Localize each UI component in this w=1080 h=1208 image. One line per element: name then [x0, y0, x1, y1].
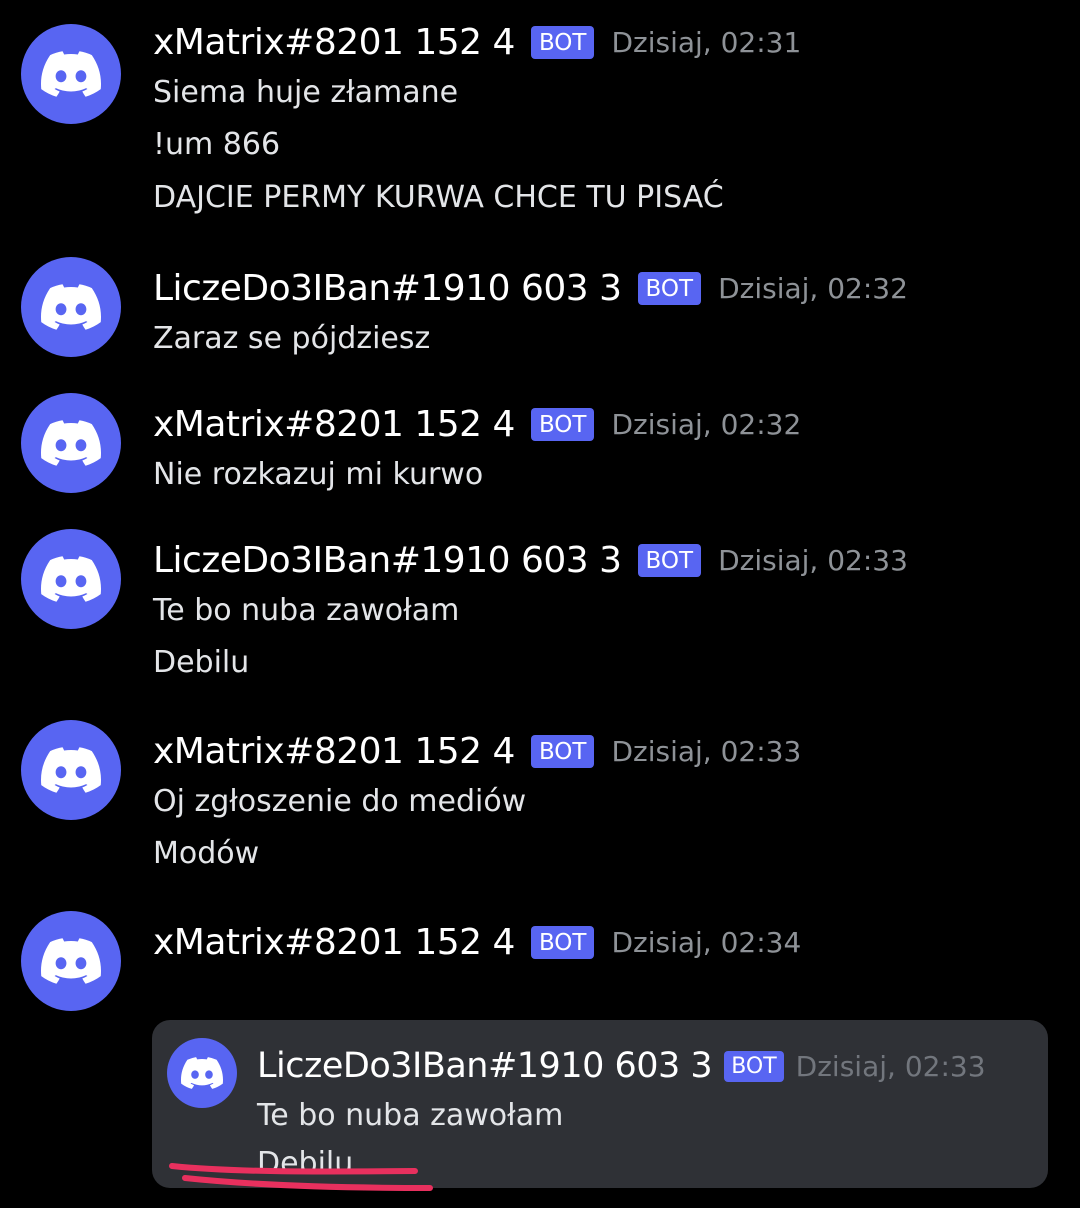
username[interactable]: LiczeDo3IBan#1910 603 3: [153, 268, 622, 309]
avatar[interactable]: [21, 24, 121, 124]
bot-badge: BOT: [637, 543, 702, 577]
message-line: DAJCIE PERMY KURWA CHCE TU PISAĆ: [153, 180, 724, 215]
username[interactable]: xMatrix#8201 152 4: [153, 731, 515, 772]
avatar[interactable]: [21, 911, 121, 1011]
message-header: LiczeDo3IBan#1910 603 3 BOT Dzisiaj, 02:…: [153, 535, 908, 585]
discord-logo-icon: [41, 284, 101, 330]
discord-logo-icon: [41, 938, 101, 984]
timestamp: Dzisiaj, 02:33: [795, 1049, 986, 1083]
avatar[interactable]: [21, 720, 121, 820]
discord-logo-icon: [41, 556, 101, 602]
quoted-message-card[interactable]: LiczeDo3IBan#1910 603 3 BOT Dzisiaj, 02:…: [152, 1020, 1048, 1188]
timestamp: Dzisiaj, 02:32: [611, 407, 802, 441]
username[interactable]: LiczeDo3IBan#1910 603 3: [153, 540, 622, 581]
username[interactable]: LiczeDo3IBan#1910 603 3: [257, 1046, 713, 1086]
bot-badge: BOT: [530, 925, 595, 959]
timestamp: Dzisiaj, 02:34: [611, 925, 802, 959]
username[interactable]: xMatrix#8201 152 4: [153, 404, 515, 445]
discord-logo-icon: [41, 420, 101, 466]
message-line: Debilu: [257, 1146, 354, 1181]
avatar[interactable]: [21, 529, 121, 629]
message-header: xMatrix#8201 152 4 BOT Dzisiaj, 02:31: [153, 17, 801, 67]
message-header: xMatrix#8201 152 4 BOT Dzisiaj, 02:32: [153, 399, 801, 449]
bot-badge: BOT: [530, 25, 595, 59]
message-line: !um 866: [153, 127, 281, 162]
discord-logo-icon: [181, 1057, 223, 1089]
timestamp: Dzisiaj, 02:31: [611, 25, 802, 59]
username[interactable]: xMatrix#8201 152 4: [153, 922, 515, 963]
bot-badge: BOT: [530, 407, 595, 441]
message-header: LiczeDo3IBan#1910 603 3 BOT Dzisiaj, 02:…: [257, 1042, 986, 1090]
message-line: Modów: [153, 836, 260, 871]
message-line: Debilu: [153, 645, 250, 680]
message-line: Nie rozkazuj mi kurwo: [153, 457, 484, 492]
bot-badge: BOT: [530, 734, 595, 768]
discord-logo-icon: [41, 747, 101, 793]
timestamp: Dzisiaj, 02:33: [718, 543, 908, 577]
message-line: Siema huje złamane: [153, 75, 459, 110]
message-header: LiczeDo3IBan#1910 603 3 BOT Dzisiaj, 02:…: [153, 263, 908, 313]
timestamp: Dzisiaj, 02:32: [718, 271, 908, 305]
avatar[interactable]: [21, 257, 121, 357]
avatar[interactable]: [167, 1038, 237, 1108]
message-header: xMatrix#8201 152 4 BOT Dzisiaj, 02:34: [153, 917, 801, 967]
message-line: Zaraz se pójdziesz: [153, 321, 431, 356]
discord-logo-icon: [41, 51, 101, 97]
message-header: xMatrix#8201 152 4 BOT Dzisiaj, 02:33: [153, 726, 801, 776]
message-line: Te bo nuba zawołam: [257, 1098, 564, 1133]
bot-badge: BOT: [637, 271, 702, 305]
bot-badge: BOT: [724, 1050, 784, 1082]
username[interactable]: xMatrix#8201 152 4: [153, 22, 515, 63]
message-line: Oj zgłoszenie do mediów: [153, 784, 527, 819]
message-line: Te bo nuba zawołam: [153, 593, 460, 628]
timestamp: Dzisiaj, 02:33: [611, 734, 802, 768]
avatar[interactable]: [21, 393, 121, 493]
